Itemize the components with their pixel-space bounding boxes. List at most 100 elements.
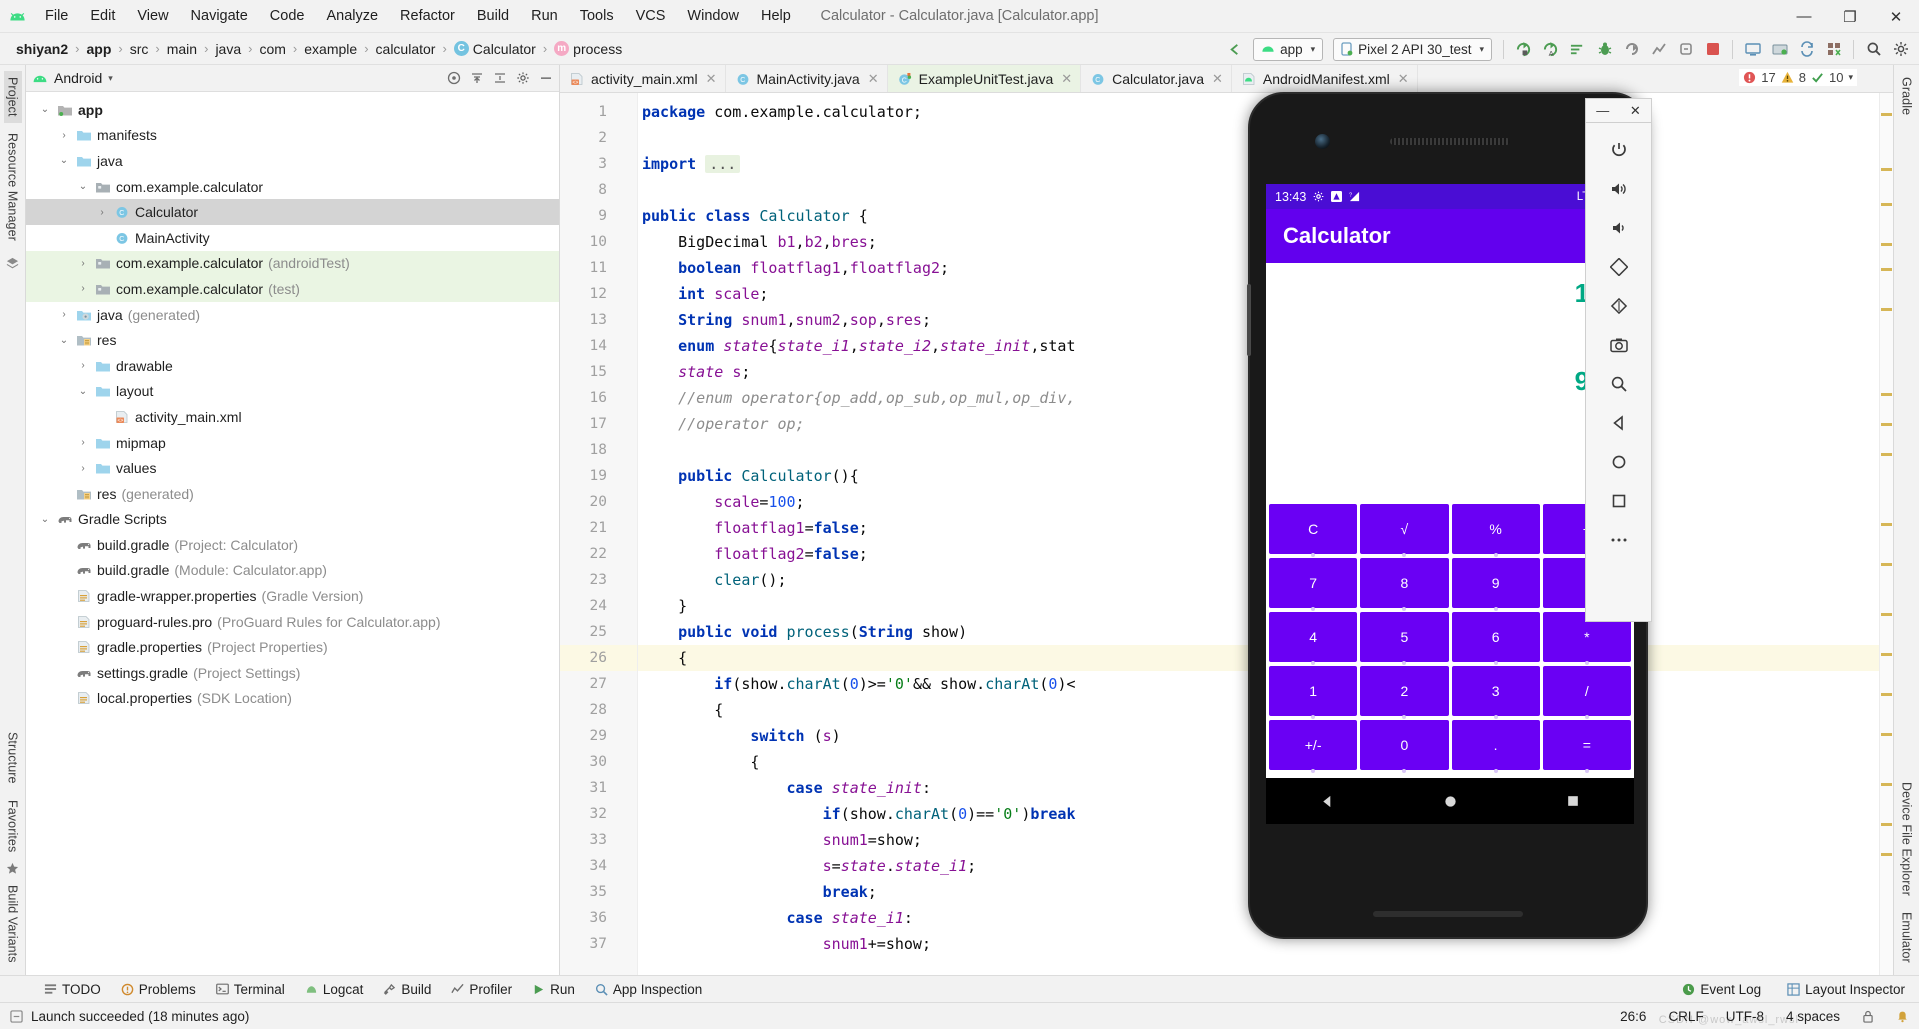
back-nav-icon[interactable] [1602,409,1636,437]
calculator-key-7[interactable]: 7 [1269,558,1358,608]
breadcrumb-item-java[interactable]: java [211,39,245,59]
profile-icon[interactable] [1646,37,1671,62]
tree-item-gradle-scripts[interactable]: ⌄ Gradle Scripts [26,507,559,533]
tree-item-layout[interactable]: ⌄ layout [26,379,559,405]
menu-item-file[interactable]: File [34,5,79,27]
chevron-right-icon[interactable]: › [76,258,90,269]
tree-item-app[interactable]: ⌄ app [26,97,559,123]
line-number[interactable]: 1 [560,99,637,125]
line-separator[interactable]: CRLF [1668,1009,1703,1024]
tree-item-res[interactable]: res (generated) [26,481,559,507]
hide-panel-icon[interactable] [539,71,553,85]
calculator-key-C[interactable]: C [1269,504,1358,554]
tool-window-build-variants[interactable]: Build Variants [4,879,22,969]
project-tree[interactable]: ⌄ app › manifests ⌄ java ⌄ com.example.calculat… [26,92,559,975]
error-marker[interactable] [1881,563,1892,566]
tool-button-event-log[interactable]: Event Log [1678,979,1765,1000]
breadcrumb-item-com[interactable]: com [255,39,289,59]
error-marker[interactable] [1881,693,1892,696]
tree-item-activity-main-xml[interactable]: <> activity_main.xml [26,404,559,430]
target-icon[interactable] [447,71,461,85]
calculator-keypad[interactable]: C√%+789-456*123/+/-0.= [1266,504,1634,774]
error-marker[interactable] [1881,308,1892,311]
more-icon[interactable] [1602,526,1636,554]
zoom-icon[interactable] [1602,370,1636,398]
calculator-key-9[interactable]: 9 [1451,558,1540,608]
volume-down-icon[interactable] [1602,214,1636,242]
line-number[interactable]: 16 [560,385,637,411]
maximize-button[interactable]: ❐ [1827,0,1873,33]
error-marker[interactable] [1881,393,1892,396]
tree-item-settings-gradle[interactable]: settings.gradle (Project Settings) [26,660,559,686]
calculator-key-percent[interactable]: % [1451,504,1540,554]
line-number[interactable]: 15 [560,359,637,385]
chevron-right-icon[interactable]: › [76,437,90,448]
chevron-right-icon[interactable]: › [95,207,109,218]
android-nav-bar[interactable] [1266,778,1634,824]
chevron-right-icon[interactable]: › [57,130,71,141]
home-circle-icon[interactable] [1443,794,1458,809]
line-number[interactable]: 13 [560,307,637,333]
editor-tab-calculator-java[interactable]: C Calculator.java ✕ [1081,65,1232,92]
line-number[interactable]: 32 [560,801,637,827]
run-coverage-icon[interactable] [1619,37,1644,62]
chevron-down-icon[interactable]: ⌄ [76,386,90,397]
back-arrow-icon[interactable] [1222,37,1247,62]
chevron-down-icon[interactable]: ▾ [108,73,113,84]
attach-debugger-icon[interactable] [1673,37,1698,62]
line-number[interactable]: 20 [560,489,637,515]
code-line[interactable]: snum1+=show; [638,931,1879,957]
breadcrumb-item-example[interactable]: example [300,39,361,59]
tree-item-mipmap[interactable]: › mipmap [26,430,559,456]
caret-position[interactable]: 26:6 [1620,1009,1646,1024]
chevron-down-icon[interactable]: ⌄ [76,181,90,192]
minimize-button[interactable]: — [1781,0,1827,33]
menu-item-help[interactable]: Help [750,5,802,27]
emulator-window[interactable]: 13:43 ? LTE [1247,92,1652,939]
tool-window-gradle[interactable]: Gradle [1898,71,1916,121]
line-number[interactable]: 14 [560,333,637,359]
rotate-right-icon[interactable] [1602,292,1636,320]
calculator-key-plusminus[interactable]: +/- [1269,720,1358,770]
module-selector[interactable]: app ▾ [1253,37,1324,61]
chevron-right-icon[interactable]: › [57,309,71,320]
tool-window-project[interactable]: Project [3,71,22,123]
error-marker[interactable] [1881,113,1892,116]
line-number[interactable]: 8 [560,177,637,203]
close-button[interactable]: ✕ [1873,0,1919,33]
close-icon[interactable]: ✕ [868,71,879,87]
expand-icon[interactable] [493,71,507,85]
line-number[interactable]: 11 [560,255,637,281]
stop-icon[interactable] [1700,37,1725,62]
line-number[interactable]: 2 [560,125,637,151]
error-marker[interactable] [1881,613,1892,616]
error-marker-strip[interactable] [1879,93,1893,975]
error-marker[interactable] [1881,203,1892,206]
tree-item-res[interactable]: ⌄ res [26,327,559,353]
error-marker[interactable] [1881,733,1892,736]
menu-item-tools[interactable]: Tools [569,5,625,27]
error-marker[interactable] [1881,823,1892,826]
line-number[interactable]: 17 [560,411,637,437]
editor-tab-mainactivity-java[interactable]: C MainActivity.java ✕ [725,65,888,92]
line-number[interactable]: 9 [560,203,637,229]
tree-item-build-gradle[interactable]: build.gradle (Module: Calculator.app) [26,558,559,584]
sync-gradle-icon[interactable] [1794,37,1819,62]
line-number[interactable]: 33 [560,827,637,853]
editor-tab-androidmanifest-xml[interactable]: AndroidManifest.xml ✕ [1231,65,1418,92]
line-number[interactable]: 31 [560,775,637,801]
chevron-right-icon[interactable]: › [76,283,90,294]
error-marker[interactable] [1881,423,1892,426]
tree-item-java[interactable]: › java (generated) [26,302,559,328]
chevron-down-icon[interactable]: ⌄ [38,514,52,525]
calculator-key-8[interactable]: 8 [1360,558,1449,608]
breadcrumb-item-main[interactable]: main [163,39,201,59]
line-number[interactable]: 3 [560,151,637,177]
tool-button-todo[interactable]: TODO [34,979,111,1000]
back-triangle-icon[interactable] [1320,794,1335,809]
tool-window-device-file-explorer[interactable]: Device File Explorer [1898,776,1916,902]
chevron-down-icon[interactable]: ⌄ [57,155,71,166]
tree-item-calculator[interactable]: › C Calculator [26,199,559,225]
tool-window-favorites[interactable]: Favorites [4,794,22,858]
menu-item-code[interactable]: Code [259,5,316,27]
